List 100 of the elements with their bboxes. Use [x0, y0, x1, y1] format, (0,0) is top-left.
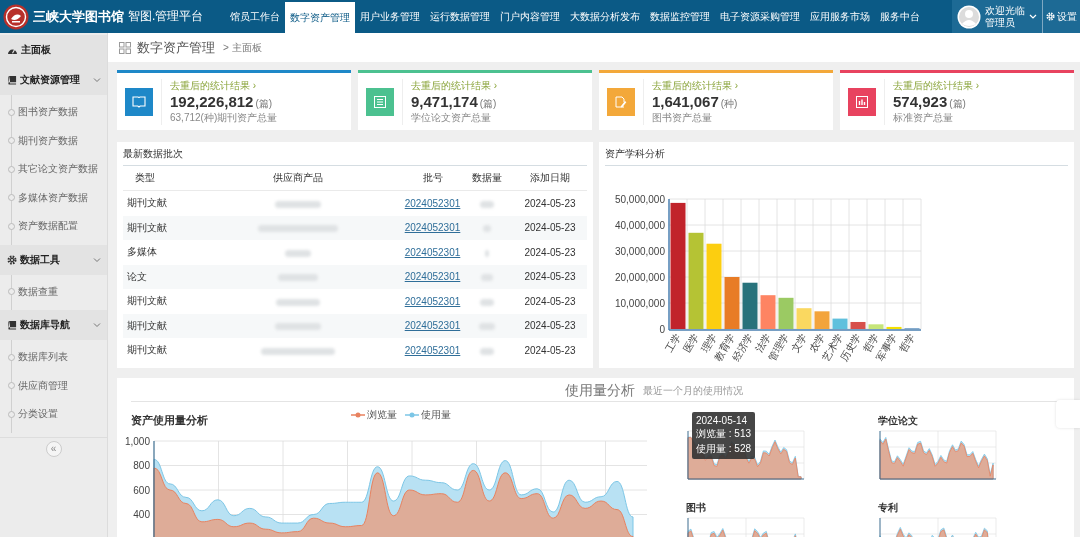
- nav-tab[interactable]: 电子资源采购管理: [715, 0, 805, 33]
- bar: [814, 311, 830, 329]
- batch-link[interactable]: 2024052301: [404, 295, 461, 307]
- chart-title: 学位论文: [878, 415, 918, 426]
- nav-tab[interactable]: 应用服务市场: [805, 0, 875, 33]
- user-greeting: 欢迎光临 管理员: [985, 4, 1025, 29]
- book-icon: [7, 320, 17, 330]
- page-title: 数字资产管理: [137, 38, 215, 57]
- bar: [832, 318, 848, 329]
- sidebar-item[interactable]: 数据库列表: [18, 350, 68, 365]
- sidebar-item[interactable]: 资产数据配置: [18, 219, 78, 234]
- user-menu[interactable]: 欢迎光临 管理员: [952, 0, 1043, 33]
- legend-marker-icon: [405, 412, 419, 418]
- nav-tab[interactable]: 馆员工作台: [225, 0, 285, 33]
- document-icon: [374, 95, 386, 108]
- bar: [886, 326, 902, 329]
- stat-unit: (种): [720, 96, 738, 111]
- bullet-icon: [8, 353, 15, 361]
- table-cell: 期刊文献: [123, 215, 192, 240]
- nav-tab[interactable]: 数据监控管理: [645, 0, 715, 33]
- column-header: 类型: [123, 166, 192, 191]
- sidebar-item[interactable]: 期刊资产数据: [18, 133, 78, 148]
- sidebar-item[interactable]: 数据查重: [18, 284, 58, 299]
- sidebar-group[interactable]: 数据库导航: [0, 310, 107, 340]
- nav-tab[interactable]: 用户业务管理: [355, 0, 425, 33]
- blurred-text: [276, 298, 320, 306]
- table-cell: 2024-05-23: [513, 289, 587, 314]
- platform-name: 智图.管理平台: [128, 8, 204, 25]
- stats-link[interactable]: 去重后的统计结果 ›: [652, 78, 739, 93]
- table-cell: 2024-05-23: [513, 264, 587, 289]
- batch-link[interactable]: 2024052301: [404, 246, 461, 258]
- bar: [778, 297, 794, 329]
- sidebar-group[interactable]: 主面板: [0, 35, 107, 65]
- table-cell: 论文: [123, 264, 192, 289]
- axis-label: 10,000,000: [614, 297, 665, 309]
- sidebar-item[interactable]: 分类设置: [18, 407, 58, 422]
- table-cell: 2024-05-23: [513, 338, 587, 363]
- panel-title: 最新数据批次: [123, 142, 587, 166]
- tooltip-value: 使用量 : 528: [696, 442, 752, 456]
- batch-link[interactable]: 2024052301: [404, 344, 461, 356]
- sidebar-item[interactable]: 供应商管理: [18, 378, 68, 393]
- side-tab[interactable]: [1056, 400, 1080, 428]
- chart-title: 专利: [878, 502, 898, 513]
- column-header: 添加日期: [513, 166, 587, 191]
- logo-emblem-icon: [3, 3, 29, 30]
- sidebar-group[interactable]: 文献资源管理: [0, 65, 107, 95]
- axis-label: 600: [133, 484, 150, 496]
- axis-label: 40,000,000: [614, 219, 665, 231]
- stat-value: 1,641,067: [652, 92, 719, 110]
- stats-link[interactable]: 去重后的统计结果 ›: [893, 78, 980, 93]
- table-cell: 期刊文献: [123, 338, 192, 363]
- table-cell: 多媒体: [123, 240, 192, 265]
- avatar-icon: [957, 4, 981, 29]
- bullet-icon: [8, 288, 15, 296]
- stat-value: 9,471,174: [411, 92, 478, 110]
- nav-tab[interactable]: 门户内容管理: [495, 0, 565, 33]
- book-icon: [132, 95, 146, 108]
- axis-label: 0: [659, 323, 665, 335]
- chart-title: 资产使用量分析: [131, 412, 209, 428]
- blurred-text: [275, 200, 321, 208]
- axis-label: 1,000: [124, 435, 150, 447]
- nav-tab[interactable]: 数字资产管理: [285, 2, 355, 33]
- bullet-icon: [8, 382, 15, 390]
- library-name: 三峡大学图书馆: [33, 7, 124, 26]
- bar-chart-icon: [856, 95, 868, 108]
- bar: [850, 322, 866, 329]
- stat-value: 192,226,812: [170, 92, 254, 110]
- axis-label: 400: [133, 509, 150, 520]
- stat-value: 574,923: [893, 92, 948, 110]
- nav-tab[interactable]: 运行数据管理: [425, 0, 495, 33]
- settings-button[interactable]: 设置: [1043, 0, 1080, 33]
- edit-document-icon: [615, 95, 627, 108]
- collapse-button[interactable]: «: [45, 440, 62, 457]
- stats-link[interactable]: 去重后的统计结果 ›: [411, 78, 498, 93]
- blurred-text: [480, 200, 494, 208]
- bullet-icon: [8, 108, 15, 116]
- axis-label: 哲学: [897, 331, 917, 355]
- table-cell: 2024-05-23: [513, 240, 587, 265]
- bar: [724, 277, 740, 329]
- legend-item[interactable]: 使用量: [405, 408, 451, 422]
- legend-item[interactable]: 浏览量: [351, 408, 397, 422]
- sidebar-group[interactable]: 数据工具: [0, 244, 107, 275]
- sidebar-item[interactable]: 图书资产数据: [18, 105, 78, 120]
- blurred-text: [480, 347, 494, 355]
- bullet-icon: [8, 137, 15, 145]
- book-icon: [7, 75, 17, 85]
- sidebar-item[interactable]: 其它论文资产数据: [18, 162, 98, 177]
- bullet-icon: [8, 410, 15, 418]
- column-header: 供应商产品: [192, 166, 404, 191]
- bar: [742, 282, 758, 329]
- sidebar-item[interactable]: 多媒体资产数据: [18, 190, 88, 205]
- table-cell: 期刊文献: [123, 313, 192, 338]
- batch-link[interactable]: 2024052301: [404, 197, 461, 209]
- stats-link[interactable]: 去重后的统计结果 ›: [170, 78, 278, 93]
- nav-tab[interactable]: 大数据分析发布: [565, 0, 645, 33]
- nav-tab[interactable]: 服务中台: [875, 0, 925, 33]
- stat-unit: (篇): [949, 96, 966, 111]
- axis-label: 工学: [663, 331, 683, 355]
- blurred-text: [480, 298, 494, 306]
- column-header: 批号: [404, 166, 461, 191]
